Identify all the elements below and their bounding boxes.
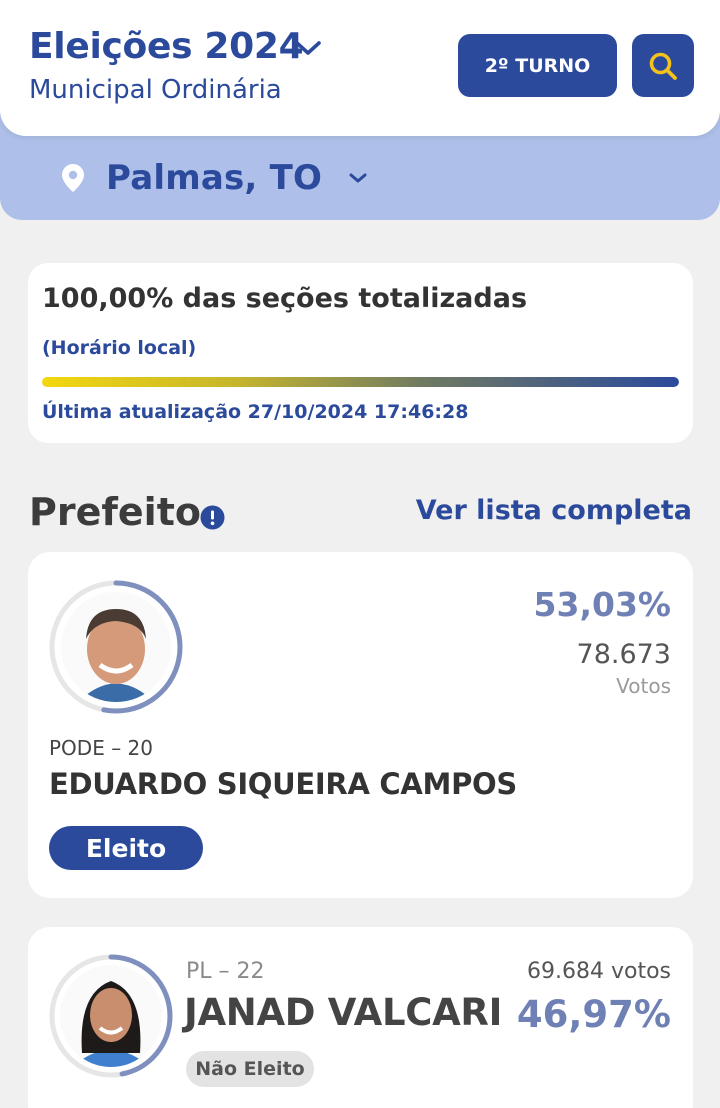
candidate-photo [48,579,184,715]
election-title[interactable]: Eleições 2024 [29,26,304,67]
search-icon [649,52,677,80]
totalization-progress-bar [42,377,679,387]
last-update: Última atualização 27/10/2024 17:46:28 [42,401,469,423]
section-title: Prefeito [29,490,201,534]
candidate-votes: 78.673 [576,639,671,670]
candidate-party: PODE – 20 [49,736,154,760]
candidate-name: JANAD VALCARI [184,991,503,1034]
votes-label: Votos [616,674,671,698]
chevron-down-icon[interactable] [294,40,322,56]
local-time-label: (Horário local) [42,337,197,359]
see-full-list-link[interactable]: Ver lista completa [416,495,692,526]
chevron-down-icon [349,173,367,183]
location-selector[interactable]: Palmas, TO [60,158,368,198]
candidate-percent: 46,97% [516,993,671,1036]
candidate-party: PL – 22 [186,959,265,984]
turno-button[interactable]: 2º TURNO [458,34,617,97]
candidate-name: EDUARDO SIQUEIRA CAMPOS [49,767,517,801]
not-elected-badge: Não Eleito [186,1051,314,1087]
header: Eleições 2024 Municipal Ordinária 2º TUR… [0,0,720,136]
candidate-card[interactable]: 53,03% 78.673 Votos PODE – 20 EDUARDO SI… [28,552,693,898]
info-icon[interactable] [200,505,225,530]
election-subtitle: Municipal Ordinária [29,75,282,105]
search-button[interactable] [632,34,694,97]
location-name: Palmas, TO [106,158,323,198]
candidate-photo [48,953,174,1079]
totalization-card: 100,00% das seções totalizadas (Horário … [28,263,693,443]
progress-fill [42,377,679,387]
candidate-percent: 53,03% [533,585,671,624]
elected-badge: Eleito [49,826,203,870]
map-pin-icon [62,164,84,192]
candidate-card[interactable]: PL – 22 JANAD VALCARI 69.684 votos 46,97… [28,927,693,1108]
candidate-votes: 69.684 votos [527,959,671,984]
totalization-title: 100,00% das seções totalizadas [42,283,528,314]
